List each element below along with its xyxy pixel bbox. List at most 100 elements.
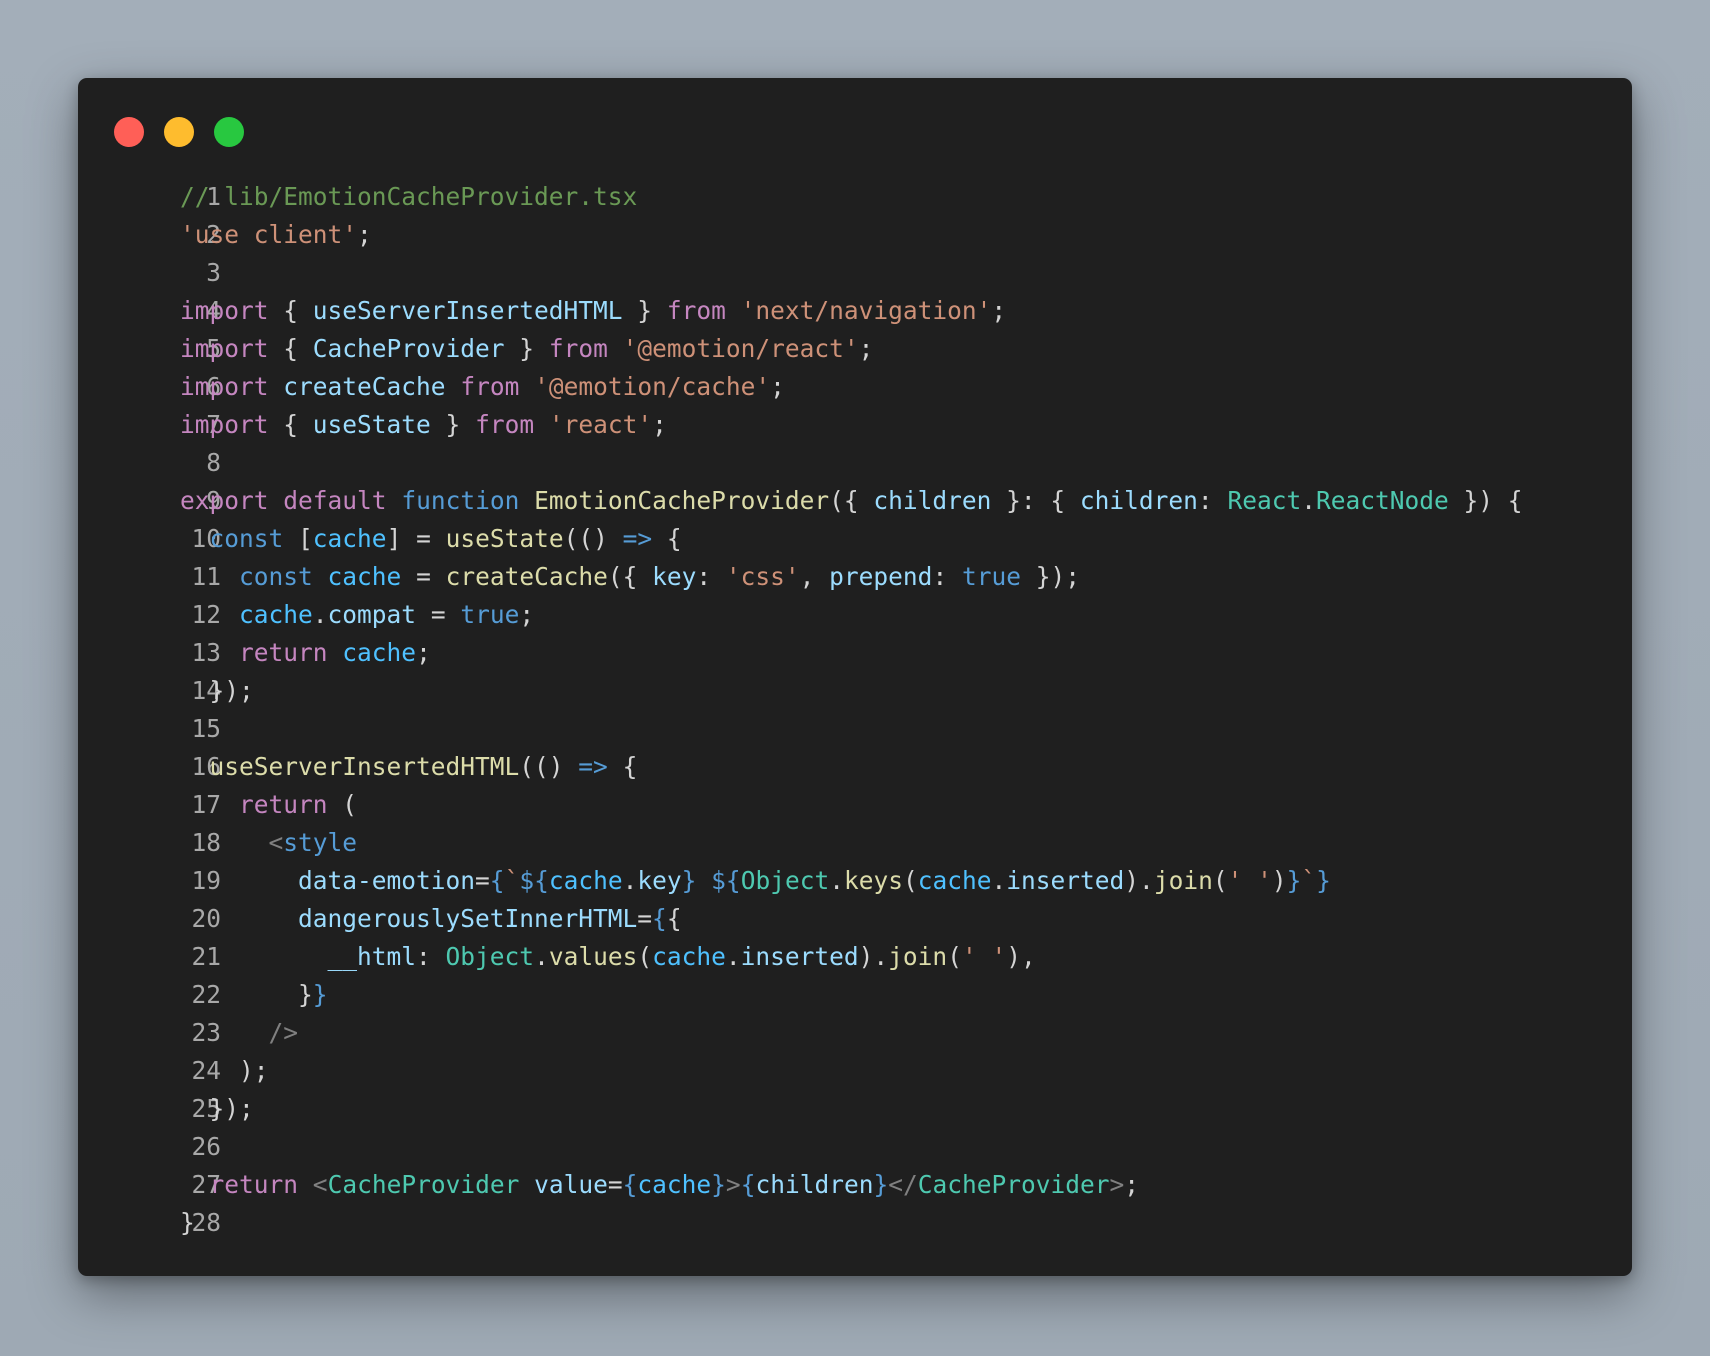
code-token: ({ — [607, 562, 653, 591]
code-token: < — [268, 828, 284, 857]
code-line: 3 — [78, 254, 1632, 292]
code-token: } — [430, 410, 476, 439]
code-text: }} — [180, 976, 328, 1014]
code-line: 16 useServerInsertedHTML(() => { — [78, 748, 1632, 786]
code-text: const [cache] = useState(() => { — [180, 520, 682, 558]
code-token: join — [1153, 866, 1213, 895]
code-token: { — [740, 1170, 756, 1199]
code-token: ( — [637, 942, 653, 971]
code-token: : — [416, 942, 446, 971]
code-token: // lib/EmotionCacheProvider.tsx — [180, 182, 638, 211]
code-token: ), — [1006, 942, 1036, 971]
code-line: 27 return <CacheProvider value={cache}>{… — [78, 1166, 1632, 1204]
code-token: => — [622, 524, 653, 553]
code-window: 1// lib/EmotionCacheProvider.tsx 2'use cl… — [78, 78, 1632, 1276]
code-token: true — [961, 562, 1021, 591]
code-line: 25 }); — [78, 1090, 1632, 1128]
code-token: { — [268, 334, 313, 363]
code-token: join — [888, 942, 948, 971]
code-token: createCache — [445, 562, 608, 591]
code-token: 'css' — [725, 562, 800, 591]
code-token: }); — [180, 676, 254, 705]
code-token: } — [312, 980, 328, 1009]
code-token: useServerInsertedHTML — [312, 296, 623, 325]
code-token: export — [180, 486, 269, 515]
code-token: ${ — [519, 866, 549, 895]
code-token: style — [283, 828, 358, 857]
code-token: } — [681, 866, 697, 895]
code-text: import { CacheProvider } from '@emotion/… — [180, 330, 873, 368]
code-token: return — [209, 1170, 299, 1199]
code-line: 9 export default function EmotionCachePro… — [78, 482, 1632, 520]
code-text: export default function EmotionCacheProv… — [180, 482, 1523, 520]
code-token: const — [239, 562, 313, 591]
code-token: return — [239, 638, 328, 667]
code-token: createCache — [283, 372, 446, 401]
code-token: { — [607, 752, 638, 781]
code-token: inserted — [740, 942, 859, 971]
code-token: import — [180, 372, 269, 401]
code-token: React — [1227, 486, 1302, 515]
code-text: 'use client'; — [180, 216, 372, 254]
code-line: 21 __html: Object.values(cache.inserted)… — [78, 938, 1632, 976]
code-line: 14 }); — [78, 672, 1632, 710]
code-token: . — [991, 866, 1007, 895]
code-token: = — [401, 562, 446, 591]
code-text: }); — [180, 672, 254, 710]
code-token: ` — [504, 866, 520, 895]
line-number: 15 — [191, 714, 221, 743]
code-token: : — [932, 562, 962, 591]
code-token: cache — [637, 1170, 712, 1199]
code-token: value — [534, 1170, 608, 1199]
code-token: , — [799, 562, 830, 591]
code-token: { — [652, 904, 667, 933]
code-token: }); — [1020, 562, 1080, 591]
code-token: { — [268, 296, 313, 325]
code-token: ; — [1124, 1170, 1140, 1199]
code-text: import { useServerInsertedHTML } from 'n… — [180, 292, 1006, 330]
minimize-button[interactable] — [164, 117, 194, 147]
code-token: . — [622, 866, 638, 895]
code-line: 11 const cache = createCache({ key: 'css… — [78, 558, 1632, 596]
code-token: { — [622, 1170, 638, 1199]
code-token: function — [401, 486, 520, 515]
maximize-button[interactable] — [214, 117, 244, 147]
code-token: > — [1109, 1170, 1125, 1199]
code-token: 'next/navigation' — [740, 296, 992, 325]
code-token: ( — [902, 866, 918, 895]
code-line: 17 return ( — [78, 786, 1632, 824]
code-text: import createCache from '@emotion/cache'… — [180, 368, 785, 406]
code-text: return <CacheProvider value={cache}>{chi… — [180, 1166, 1140, 1204]
code-token: from — [548, 334, 608, 363]
code-token: compat — [327, 600, 417, 629]
code-token: ); — [180, 1056, 269, 1085]
code-token: from — [460, 372, 520, 401]
code-token: }: { — [991, 486, 1080, 515]
code-token: ; — [519, 600, 535, 629]
code-token: ( — [1212, 866, 1228, 895]
code-token: } — [1286, 866, 1302, 895]
code-token: . — [829, 866, 844, 895]
code-token: ${ — [711, 866, 741, 895]
close-button[interactable] — [114, 117, 144, 147]
code-token: . — [534, 942, 549, 971]
code-text: dangerouslySetInnerHTML={{ — [180, 900, 682, 938]
code-token: cache — [327, 562, 402, 591]
code-token: }) { — [1448, 486, 1523, 515]
code-token: cache — [917, 866, 992, 895]
code-line: 23 /> — [78, 1014, 1632, 1052]
code-text: data-emotion={`${cache.key} ${Object.key… — [180, 862, 1331, 900]
code-token: return — [239, 790, 328, 819]
code-line: 13 return cache; — [78, 634, 1632, 672]
code-text: return cache; — [180, 634, 431, 672]
code-token: useState — [445, 524, 564, 553]
